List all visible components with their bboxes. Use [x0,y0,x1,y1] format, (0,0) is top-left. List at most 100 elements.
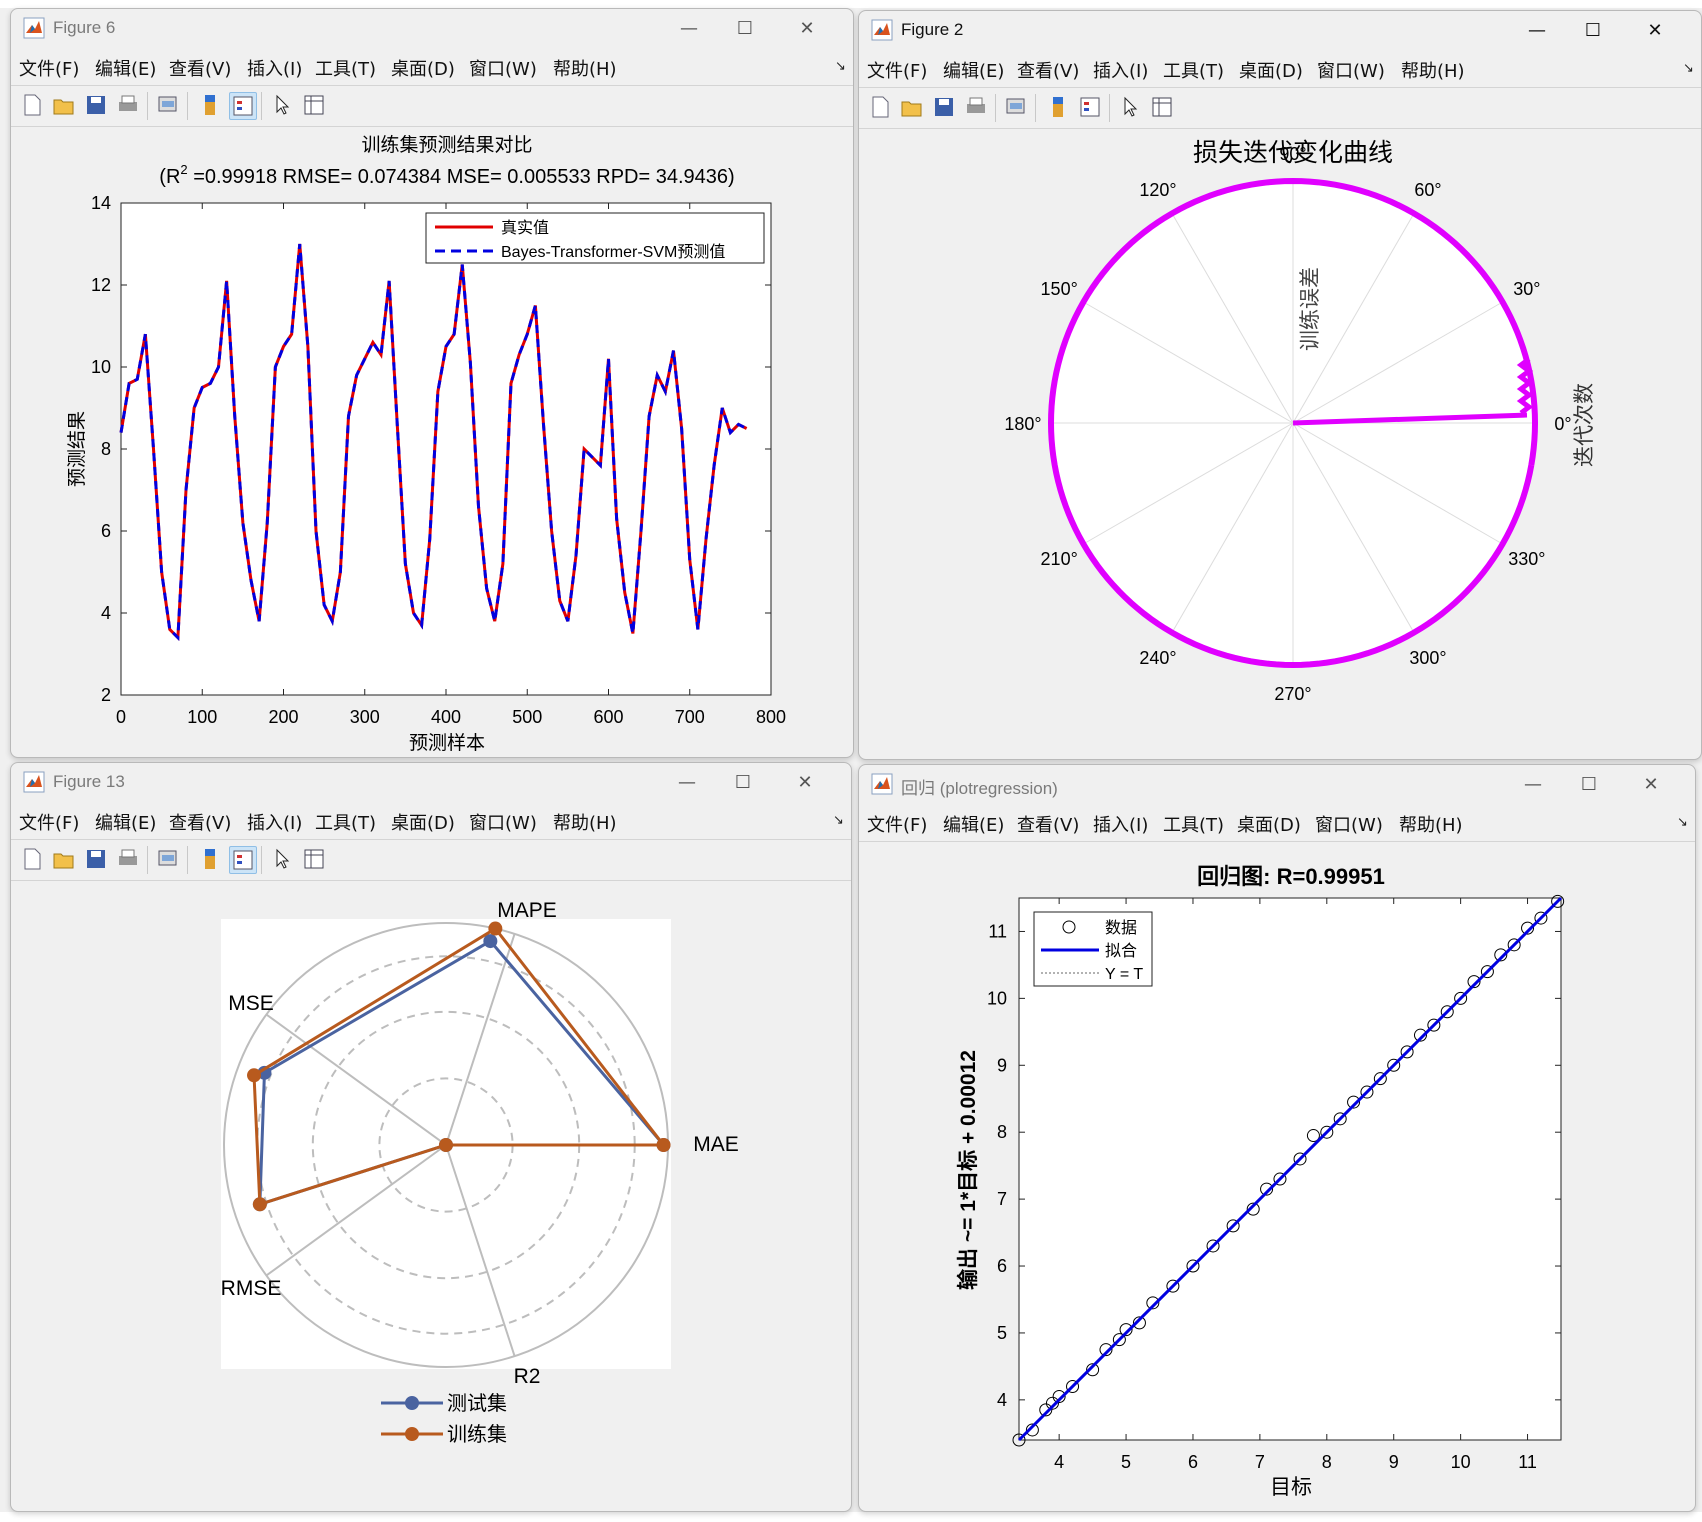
toolbar-separator [147,92,148,120]
save-icon[interactable] [83,92,109,118]
menu-insert[interactable]: 插入(I) [1093,57,1148,83]
menu-insert[interactable]: 插入(I) [1093,811,1148,837]
menu-tools[interactable]: 工具(T) [1163,57,1224,83]
figure-13-window[interactable]: Figure 13 — ☐ ✕ 文件(F) 编辑(E) 查看(V) 插入(I) … [10,762,852,1512]
menu-desktop[interactable]: 桌面(D) [1239,57,1303,83]
title-bar[interactable]: Figure 6 — ☐ ✕ [11,9,853,47]
colorbar-icon[interactable] [197,846,223,872]
property-editor-icon[interactable] [301,846,327,872]
legend-icon[interactable] [1077,94,1103,120]
toolbar-separator [187,92,188,120]
menu-file[interactable]: 文件(F) [867,57,927,83]
link-plot-icon[interactable] [155,846,181,872]
save-icon[interactable] [931,94,957,120]
y-tick-label: 4 [101,603,111,623]
minimize-icon[interactable]: — [669,13,709,43]
y-tick-label: 7 [997,1189,1007,1209]
menu-view[interactable]: 查看(V) [1017,811,1079,837]
figure-2-window[interactable]: Figure 2 — ☐ ✕ 文件(F) 编辑(E) 查看(V) 插入(I) 工… [858,10,1702,760]
new-figure-icon[interactable] [19,846,45,872]
print-icon[interactable] [963,94,989,120]
menu-edit[interactable]: 编辑(E) [943,57,1004,83]
colorbar-icon[interactable] [197,92,223,118]
menu-insert[interactable]: 插入(I) [247,809,302,835]
menu-file[interactable]: 文件(F) [867,811,927,837]
open-file-icon[interactable] [51,92,77,118]
matlab-logo-icon [871,773,893,795]
menu-tools[interactable]: 工具(T) [315,809,376,835]
minimize-icon[interactable]: — [667,767,707,797]
menu-view[interactable]: 查看(V) [1017,57,1079,83]
menu-desktop[interactable]: 桌面(D) [391,55,455,81]
menu-desktop[interactable]: 桌面(D) [391,809,455,835]
radar-legend[interactable]: 测试集 训练集 [381,1392,507,1446]
legend-icon[interactable] [229,846,257,874]
pointer-icon[interactable] [1117,94,1143,120]
toolbar-separator [261,92,262,120]
chart-legend[interactable]: 真实值 Bayes-Transformer-SVM预测值 [425,212,765,264]
menu-edit[interactable]: 编辑(E) [95,55,156,81]
maximize-icon[interactable]: ☐ [1569,769,1609,799]
close-icon[interactable]: ✕ [785,767,825,797]
maximize-icon[interactable]: ☐ [723,767,763,797]
minimize-icon[interactable]: — [1517,15,1557,45]
angle-label: 270° [1274,684,1311,704]
property-editor-icon[interactable] [301,92,327,118]
print-icon[interactable] [115,92,141,118]
menu-help[interactable]: 帮助(H) [553,55,617,81]
y-tick-label: 4 [997,1390,1007,1410]
menu-help[interactable]: 帮助(H) [1401,57,1465,83]
menu-file[interactable]: 文件(F) [19,55,79,81]
menu-help[interactable]: 帮助(H) [1399,811,1463,837]
title-bar[interactable]: Figure 2 — ☐ ✕ [859,11,1701,49]
close-icon[interactable]: ✕ [787,13,827,43]
menu-tools[interactable]: 工具(T) [1163,811,1224,837]
close-icon[interactable]: ✕ [1635,15,1675,45]
angle-label: 0° [1554,414,1571,434]
print-icon[interactable] [115,846,141,872]
menu-window[interactable]: 窗口(W) [1315,811,1383,837]
pointer-icon[interactable] [269,846,295,872]
open-file-icon[interactable] [51,846,77,872]
menu-dock-arrow-icon[interactable]: ↘ [833,813,844,828]
figure-6-window[interactable]: Figure 6 — ☐ ✕ 文件(F) 编辑(E) 查看(V) 插入(I) 工… [10,8,854,758]
close-icon[interactable]: ✕ [1631,769,1671,799]
y-tick-label: 10 [91,357,111,377]
chart-legend[interactable]: 数据 拟合 Y = T [1033,911,1153,987]
menu-dock-arrow-icon[interactable]: ↘ [1683,61,1694,76]
menu-window[interactable]: 窗口(W) [469,809,537,835]
menu-view[interactable]: 查看(V) [169,55,231,81]
menu-file[interactable]: 文件(F) [19,809,79,835]
open-file-icon[interactable] [899,94,925,120]
colorbar-icon[interactable] [1045,94,1071,120]
new-figure-icon[interactable] [867,94,893,120]
menu-window[interactable]: 窗口(W) [469,55,537,81]
title-bar[interactable]: Figure 13 — ☐ ✕ [11,763,851,801]
menu-tools[interactable]: 工具(T) [315,55,376,81]
link-plot-icon[interactable] [155,92,181,118]
menu-help[interactable]: 帮助(H) [553,809,617,835]
menu-edit[interactable]: 编辑(E) [943,811,1004,837]
title-bar[interactable]: 回归 (plotregression) — ☐ ✕ [859,765,1695,803]
menu-view[interactable]: 查看(V) [169,809,231,835]
legend-icon[interactable] [229,92,257,120]
link-plot-icon[interactable] [1003,94,1029,120]
menu-insert[interactable]: 插入(I) [247,55,302,81]
save-icon[interactable] [83,846,109,872]
angle-label: 210° [1041,549,1078,569]
pointer-icon[interactable] [269,92,295,118]
menu-dock-arrow-icon[interactable]: ↘ [1677,815,1688,830]
property-editor-icon[interactable] [1149,94,1175,120]
menu-window[interactable]: 窗口(W) [1317,57,1385,83]
menu-edit[interactable]: 编辑(E) [95,809,156,835]
minimize-icon[interactable]: — [1513,769,1553,799]
regression-window[interactable]: 回归 (plotregression) — ☐ ✕ 文件(F) 编辑(E) 查看… [858,764,1696,1512]
new-figure-icon[interactable] [19,92,45,118]
angle-label: 60° [1414,180,1441,200]
maximize-icon[interactable]: ☐ [725,13,765,43]
menu-dock-arrow-icon[interactable]: ↘ [835,59,846,74]
maximize-icon[interactable]: ☐ [1573,15,1613,45]
x-tick-label: 7 [1255,1452,1265,1472]
menu-desktop[interactable]: 桌面(D) [1237,811,1301,837]
y-tick-label: 8 [997,1122,1007,1142]
